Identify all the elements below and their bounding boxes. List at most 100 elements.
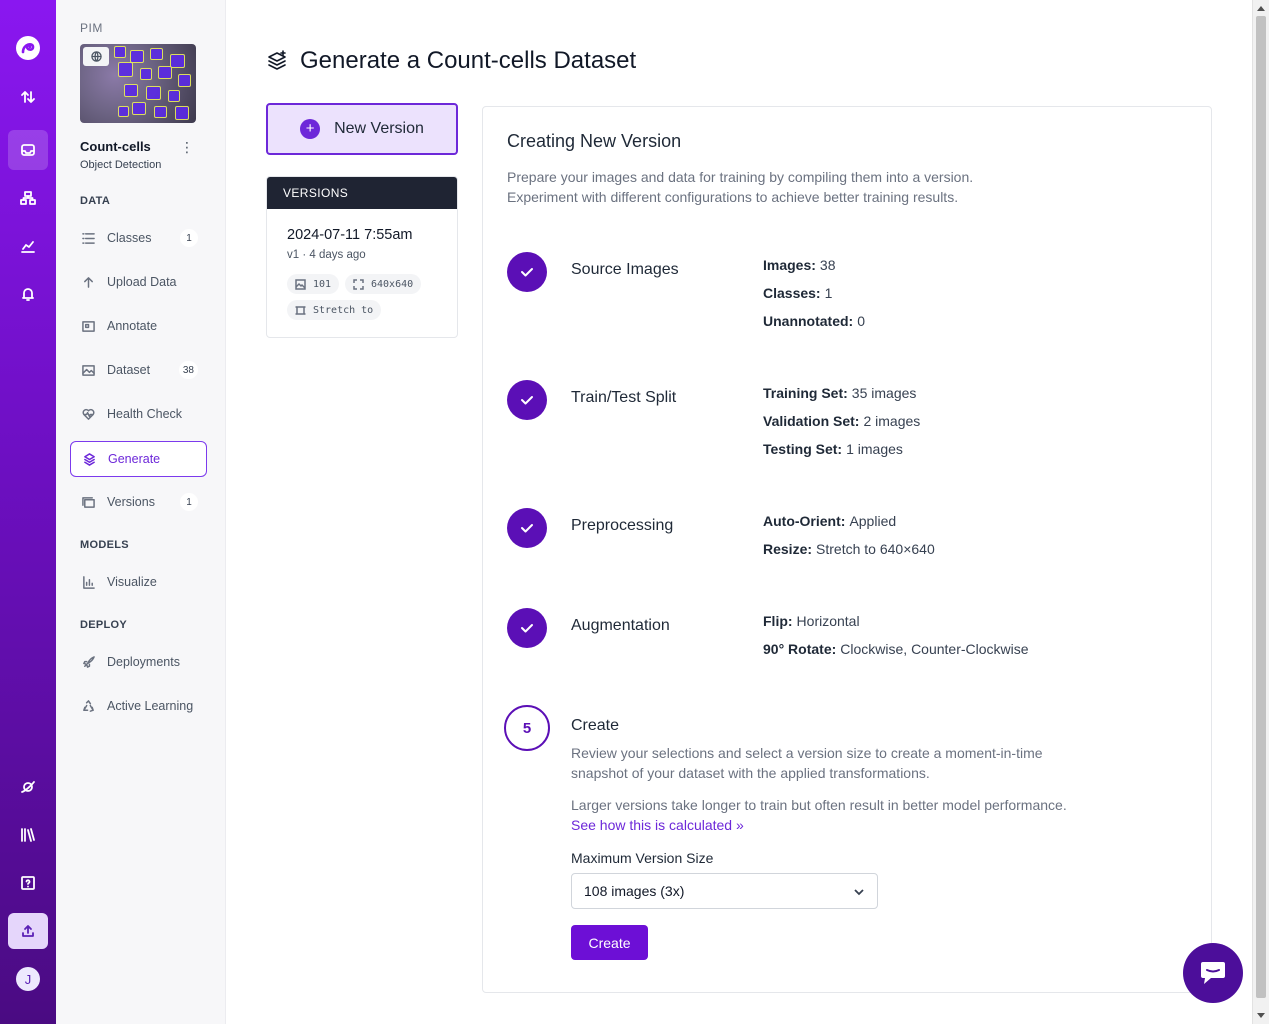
version-date: 2024-07-11 7:55am: [287, 227, 413, 243]
preprocessing-auto-orient-row: Auto-Orient: Applied: [763, 513, 897, 529]
new-version-button[interactable]: + New Version: [266, 103, 458, 155]
panel-description-line2: Experiment with different configurations…: [507, 189, 959, 205]
versions-card: VERSIONS 2024-07-11 7:55am v1 · 4 days a…: [266, 176, 458, 338]
sidebar-item-label: Active Learning: [107, 699, 194, 713]
create-size-note: Larger versions take longer to train but…: [571, 795, 1091, 835]
roboflow-logo-icon[interactable]: [14, 34, 42, 62]
step-complete-check-icon[interactable]: [507, 508, 547, 548]
help-icon[interactable]: [8, 863, 48, 903]
step-title-train-test-split[interactable]: Train/Test Split: [571, 389, 676, 407]
split-testing-row: Testing Set: 1 images: [763, 441, 903, 457]
sidebar-item-classes[interactable]: Classes 1: [70, 220, 207, 256]
step-complete-check-icon[interactable]: [507, 252, 547, 292]
images-count-chip: 101: [287, 274, 340, 294]
rocket-icon: [82, 655, 96, 669]
scrollbar-thumb[interactable]: [1256, 16, 1266, 998]
workflows-icon[interactable]: [8, 178, 48, 218]
plus-circle-icon: +: [300, 119, 321, 139]
workspace-name[interactable]: PIM: [80, 21, 103, 35]
sidebar-item-health-check[interactable]: Health Check: [70, 396, 207, 432]
sidebar-item-generate[interactable]: Generate: [70, 441, 207, 477]
step-title-create: Create: [571, 717, 620, 734]
transform-label: Stretch to: [313, 304, 374, 316]
sidebar-item-visualize[interactable]: Visualize: [70, 564, 207, 600]
source-classes-row: Classes: 1: [763, 285, 833, 301]
double-chevron-right-icon: »: [735, 817, 744, 833]
split-training-row: Training Set: 35 images: [763, 385, 917, 401]
step-number-badge: 5: [504, 705, 550, 751]
image-icon: [82, 363, 96, 377]
transfer-icon[interactable]: [8, 77, 48, 117]
panel-title: Creating New Version: [507, 131, 682, 151]
image-icon: [295, 278, 306, 290]
create-size-note-text: Larger versions take longer to train but…: [571, 797, 1067, 813]
universe-icon[interactable]: [8, 767, 48, 807]
globe-icon: [83, 47, 109, 66]
images-count: 101: [313, 278, 332, 290]
sidebar-item-upload-data[interactable]: Upload Data: [70, 264, 207, 300]
split-validation-row: Validation Set: 2 images: [763, 413, 921, 429]
docs-library-icon[interactable]: [8, 815, 48, 855]
max-version-size-label: Maximum Version Size: [571, 850, 714, 866]
sidebar-item-label: Deployments: [107, 655, 180, 669]
step-complete-check-icon[interactable]: [507, 608, 547, 648]
sidebar-item-label: Annotate: [107, 319, 158, 333]
upgrade-icon[interactable]: [8, 913, 48, 949]
upload-arrow-icon: [82, 275, 96, 289]
scroll-down-arrow-icon[interactable]: [1257, 1013, 1265, 1018]
step-title-source-images[interactable]: Source Images: [571, 261, 679, 279]
kebab-menu-icon[interactable]: ⋮: [180, 139, 194, 155]
page-title-text: Generate a Count-cells Dataset: [300, 47, 637, 74]
page-scrollbar[interactable]: [1252, 0, 1269, 1024]
recycle-icon: [82, 699, 96, 713]
sidebar-item-label: Classes: [107, 231, 152, 245]
count-badge: 38: [178, 361, 198, 379]
sidebar-item-versions[interactable]: Versions 1: [70, 484, 207, 520]
app-rail: J: [0, 0, 56, 1024]
sidebar-item-label: Visualize: [107, 575, 157, 589]
sidebar-item-label: Upload Data: [107, 275, 177, 289]
step-complete-check-icon[interactable]: [507, 380, 547, 420]
create-button[interactable]: Create: [571, 925, 648, 960]
create-description: Review your selections and select a vers…: [571, 745, 1043, 781]
new-version-label: New Version: [334, 120, 424, 137]
crop-icon: [295, 305, 306, 315]
chevron-down-icon: [854, 889, 864, 896]
chat-support-button[interactable]: [1183, 943, 1243, 1003]
see-calculation-link[interactable]: See how this is calculated »: [571, 817, 744, 833]
version-meta: v1 · 4 days ago: [287, 249, 366, 261]
section-label-data: DATA: [80, 195, 111, 207]
count-badge: 1: [180, 493, 198, 511]
sidebar-item-deployments[interactable]: Deployments: [70, 644, 207, 680]
section-label-deploy: DEPLOY: [80, 619, 128, 631]
user-avatar[interactable]: J: [16, 967, 40, 991]
project-name: Count-cells: [80, 139, 151, 154]
image-size-chip: 640x640: [345, 274, 422, 294]
project-thumbnail[interactable]: [80, 44, 196, 123]
heart-pulse-icon: [82, 407, 96, 421]
step-title-preprocessing[interactable]: Preprocessing: [571, 517, 673, 535]
layers-plus-icon: [268, 50, 286, 70]
scroll-up-arrow-icon[interactable]: [1257, 6, 1265, 11]
source-images-row: Images: 38: [763, 257, 836, 273]
project-sidebar: PIM Count-cells ⋮ Object Detection DATA …: [56, 0, 226, 1024]
layers-sparkle-icon: [83, 452, 97, 466]
max-version-size-select[interactable]: 108 images (3x): [571, 873, 878, 909]
step-title-augmentation[interactable]: Augmentation: [571, 617, 670, 635]
augmentation-flip-row: Flip: Horizontal: [763, 613, 860, 629]
projects-inbox-icon[interactable]: [8, 130, 48, 170]
section-label-models: MODELS: [80, 539, 129, 551]
sidebar-item-label: Versions: [107, 495, 155, 509]
bell-icon[interactable]: [8, 274, 48, 314]
sidebar-item-annotate[interactable]: Annotate: [70, 308, 207, 344]
sidebar-item-label: Dataset: [107, 363, 151, 377]
list-icon: [82, 231, 96, 245]
sidebar-item-dataset[interactable]: Dataset 38: [70, 352, 207, 388]
sidebar-item-active-learning[interactable]: Active Learning: [70, 688, 207, 724]
annotate-icon: [82, 319, 96, 333]
versions-stack-icon: [82, 495, 96, 509]
selected-size-value: 108 images (3x): [584, 883, 685, 899]
transform-chip: Stretch to: [287, 300, 382, 320]
preprocessing-resize-row: Resize: Stretch to 640×640: [763, 541, 935, 557]
analytics-icon[interactable]: [8, 226, 48, 266]
